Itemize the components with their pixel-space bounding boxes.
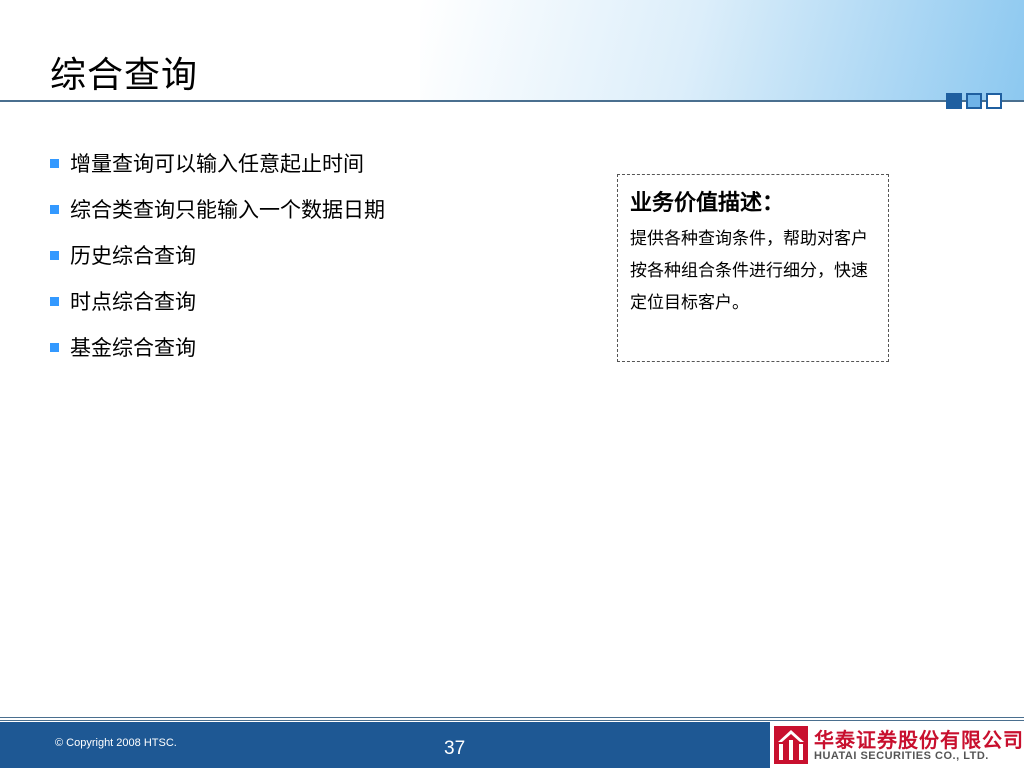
header-divider [0, 100, 1024, 102]
huatai-logo-icon [774, 726, 808, 764]
square-icon [966, 93, 982, 109]
list-item: 综合类查询只能输入一个数据日期 [50, 186, 385, 232]
value-box-title: 业务价值描述： [630, 190, 785, 216]
bullet-list: 增量查询可以输入任意起止时间 综合类查询只能输入一个数据日期 历史综合查询 时点… [50, 140, 385, 370]
bullet-text: 增量查询可以输入任意起止时间 [70, 152, 364, 176]
company-logo: 华泰证券股份有限公司 HUATAI SECURITIES CO., LTD. [770, 722, 1024, 768]
bullet-square-icon [50, 250, 59, 260]
bullet-text: 历史综合查询 [70, 244, 196, 268]
footer-divider [0, 717, 1024, 718]
decorative-squares [946, 93, 1002, 109]
footer-divider [0, 720, 1024, 721]
bullet-square-icon [50, 204, 59, 214]
bullet-text: 基金综合查询 [70, 336, 196, 360]
bullet-square-icon [50, 158, 59, 168]
business-value-box: 业务价值描述： 提供各种查询条件，帮助对客户按各种组合条件进行细分，快速定位目标… [617, 174, 889, 362]
bullet-text: 综合类查询只能输入一个数据日期 [70, 198, 385, 222]
bullet-text: 时点综合查询 [70, 290, 196, 314]
header-gradient [420, 0, 1024, 102]
square-icon [946, 93, 962, 109]
copyright-text: © Copyright 2008 HTSC. [55, 737, 177, 749]
list-item: 时点综合查询 [50, 278, 385, 324]
page-number: 37 [444, 738, 466, 759]
page-title: 综合查询 [50, 55, 199, 96]
list-item: 历史综合查询 [50, 232, 385, 278]
list-item: 基金综合查询 [50, 324, 385, 370]
bullet-square-icon [50, 296, 59, 306]
value-box-description: 提供各种查询条件，帮助对客户按各种组合条件进行细分，快速定位目标客户。 [630, 229, 868, 313]
square-icon [986, 93, 1002, 109]
logo-chinese-name: 华泰证券股份有限公司 [814, 728, 1024, 752]
bullet-square-icon [50, 342, 59, 352]
logo-english-name: HUATAI SECURITIES CO., LTD. [814, 750, 989, 762]
list-item: 增量查询可以输入任意起止时间 [50, 140, 385, 186]
